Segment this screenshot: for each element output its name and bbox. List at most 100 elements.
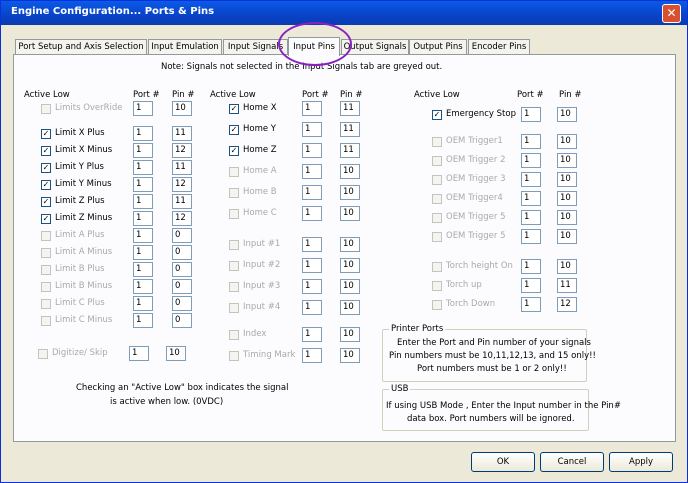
col2-row-8-active-low-checkbox[interactable] [229, 282, 239, 292]
close-button[interactable]: ✕ [662, 4, 681, 23]
col1-row-5-active-low-checkbox[interactable]: ✓ [41, 197, 51, 207]
col1-row-2-pin-field[interactable]: 12 [172, 143, 192, 158]
col3-row-1-active-low-checkbox[interactable] [432, 137, 442, 147]
col2-row-6-port-field[interactable]: 1 [302, 237, 322, 252]
col1-row-0-pin-field[interactable]: 10 [172, 101, 192, 116]
col3-row-7-pin-field[interactable]: 10 [557, 259, 577, 274]
col2-row-5-port-field[interactable]: 1 [302, 206, 322, 221]
col3-row-3-active-low-checkbox[interactable] [432, 175, 442, 185]
col3-row-2-port-field[interactable]: 1 [521, 153, 541, 168]
col1-row-0-active-low-checkbox[interactable] [41, 104, 51, 114]
col2-row-3-active-low-checkbox[interactable] [229, 167, 239, 177]
col3-row-0-pin-field[interactable]: 10 [557, 107, 577, 122]
col1-row-5-pin-field[interactable]: 11 [172, 194, 192, 209]
col2-row-8-pin-field[interactable]: 10 [340, 279, 360, 294]
col1-row-1-pin-field[interactable]: 11 [172, 126, 192, 141]
col2-row-9-port-field[interactable]: 1 [302, 300, 322, 315]
col1-row-7-pin-field[interactable]: 0 [172, 228, 192, 243]
col3-row-2-pin-field[interactable]: 10 [557, 153, 577, 168]
col3-row-1-port-field[interactable]: 1 [521, 134, 541, 149]
col3-row-6-port-field[interactable]: 1 [521, 229, 541, 244]
tab-port-setup[interactable]: Port Setup and Axis Selection [15, 39, 147, 55]
col3-row-4-port-field[interactable]: 1 [521, 191, 541, 206]
col2-row-11-port-field[interactable]: 1 [302, 348, 322, 363]
col1-row-2-active-low-checkbox[interactable]: ✓ [41, 146, 51, 156]
col3-row-0-port-field[interactable]: 1 [521, 107, 541, 122]
col2-row-4-pin-field[interactable]: 10 [340, 185, 360, 200]
col3-row-9-active-low-checkbox[interactable] [432, 300, 442, 310]
col2-row-11-active-low-checkbox[interactable] [229, 351, 239, 361]
col1-row-3-pin-field[interactable]: 11 [172, 160, 192, 175]
tab-output-pins[interactable]: Output Pins [409, 39, 467, 55]
col2-row-10-active-low-checkbox[interactable] [229, 330, 239, 340]
col3-row-5-pin-field[interactable]: 10 [557, 210, 577, 225]
col1-row-8-port-field[interactable]: 1 [133, 245, 153, 260]
col2-row-4-active-low-checkbox[interactable] [229, 188, 239, 198]
col1-row-1-active-low-checkbox[interactable]: ✓ [41, 129, 51, 139]
col3-row-3-port-field[interactable]: 1 [521, 172, 541, 187]
col2-row-9-pin-field[interactable]: 10 [340, 300, 360, 315]
col2-row-6-pin-field[interactable]: 10 [340, 237, 360, 252]
apply-button[interactable]: Apply [609, 452, 673, 472]
col1-row-1-port-field[interactable]: 1 [133, 126, 153, 141]
col1-row-12-pin-field[interactable]: 0 [172, 313, 192, 328]
col1-row-8-pin-field[interactable]: 0 [172, 245, 192, 260]
col2-row-7-port-field[interactable]: 1 [302, 258, 322, 273]
col1-row-3-port-field[interactable]: 1 [133, 160, 153, 175]
digitize-checkbox[interactable] [38, 349, 48, 359]
col2-row-3-port-field[interactable]: 1 [302, 164, 322, 179]
digitize-port-field[interactable]: 1 [129, 346, 149, 361]
col1-row-8-active-low-checkbox[interactable] [41, 248, 51, 258]
col1-row-11-active-low-checkbox[interactable] [41, 299, 51, 309]
col1-row-10-active-low-checkbox[interactable] [41, 282, 51, 292]
col2-row-7-pin-field[interactable]: 10 [340, 258, 360, 273]
col1-row-12-active-low-checkbox[interactable] [41, 316, 51, 326]
col1-row-4-pin-field[interactable]: 12 [172, 177, 192, 192]
col1-row-7-active-low-checkbox[interactable] [41, 231, 51, 241]
col2-row-5-active-low-checkbox[interactable] [229, 209, 239, 219]
title-bar[interactable]: Engine Configuration... Ports & Pins ✕ [1, 1, 687, 25]
cancel-button[interactable]: Cancel [540, 452, 604, 472]
col3-row-5-port-field[interactable]: 1 [521, 210, 541, 225]
col2-row-7-active-low-checkbox[interactable] [229, 261, 239, 271]
col2-row-10-port-field[interactable]: 1 [302, 327, 322, 342]
col1-row-6-port-field[interactable]: 1 [133, 211, 153, 226]
col2-row-4-port-field[interactable]: 1 [302, 185, 322, 200]
col3-row-0-active-low-checkbox[interactable]: ✓ [432, 110, 442, 120]
col2-row-2-port-field[interactable]: 1 [302, 143, 322, 158]
tab-input-emulation[interactable]: Input Emulation [148, 39, 222, 55]
col2-row-3-pin-field[interactable]: 10 [340, 164, 360, 179]
col2-row-0-pin-field[interactable]: 11 [340, 101, 360, 116]
col3-row-8-port-field[interactable]: 1 [521, 278, 541, 293]
col2-row-0-active-low-checkbox[interactable]: ✓ [229, 104, 239, 114]
col3-row-4-pin-field[interactable]: 10 [557, 191, 577, 206]
col1-row-5-port-field[interactable]: 1 [133, 194, 153, 209]
col3-row-2-active-low-checkbox[interactable] [432, 156, 442, 166]
col1-row-0-port-field[interactable]: 1 [133, 101, 153, 116]
col2-row-2-pin-field[interactable]: 11 [340, 143, 360, 158]
col3-row-8-pin-field[interactable]: 11 [557, 278, 577, 293]
col1-row-9-pin-field[interactable]: 0 [172, 262, 192, 277]
col3-row-5-active-low-checkbox[interactable] [432, 213, 442, 223]
col1-row-7-port-field[interactable]: 1 [133, 228, 153, 243]
col2-row-8-port-field[interactable]: 1 [302, 279, 322, 294]
col3-row-4-active-low-checkbox[interactable] [432, 194, 442, 204]
col1-row-10-pin-field[interactable]: 0 [172, 279, 192, 294]
col2-row-11-pin-field[interactable]: 10 [340, 348, 360, 363]
col2-row-1-pin-field[interactable]: 11 [340, 122, 360, 137]
col2-row-0-port-field[interactable]: 1 [302, 101, 322, 116]
col2-row-6-active-low-checkbox[interactable] [229, 240, 239, 250]
col1-row-2-port-field[interactable]: 1 [133, 143, 153, 158]
col3-row-9-pin-field[interactable]: 12 [557, 297, 577, 312]
col3-row-7-port-field[interactable]: 1 [521, 259, 541, 274]
col1-row-6-active-low-checkbox[interactable]: ✓ [41, 214, 51, 224]
col2-row-2-active-low-checkbox[interactable]: ✓ [229, 146, 239, 156]
col1-row-11-pin-field[interactable]: 0 [172, 296, 192, 311]
tab-encoder-pins[interactable]: Encoder Pins [468, 39, 530, 55]
col3-row-8-active-low-checkbox[interactable] [432, 281, 442, 291]
col2-row-1-port-field[interactable]: 1 [302, 122, 322, 137]
col2-row-9-active-low-checkbox[interactable] [229, 303, 239, 313]
col3-row-3-pin-field[interactable]: 10 [557, 172, 577, 187]
col3-row-7-active-low-checkbox[interactable] [432, 262, 442, 272]
col1-row-6-pin-field[interactable]: 12 [172, 211, 192, 226]
